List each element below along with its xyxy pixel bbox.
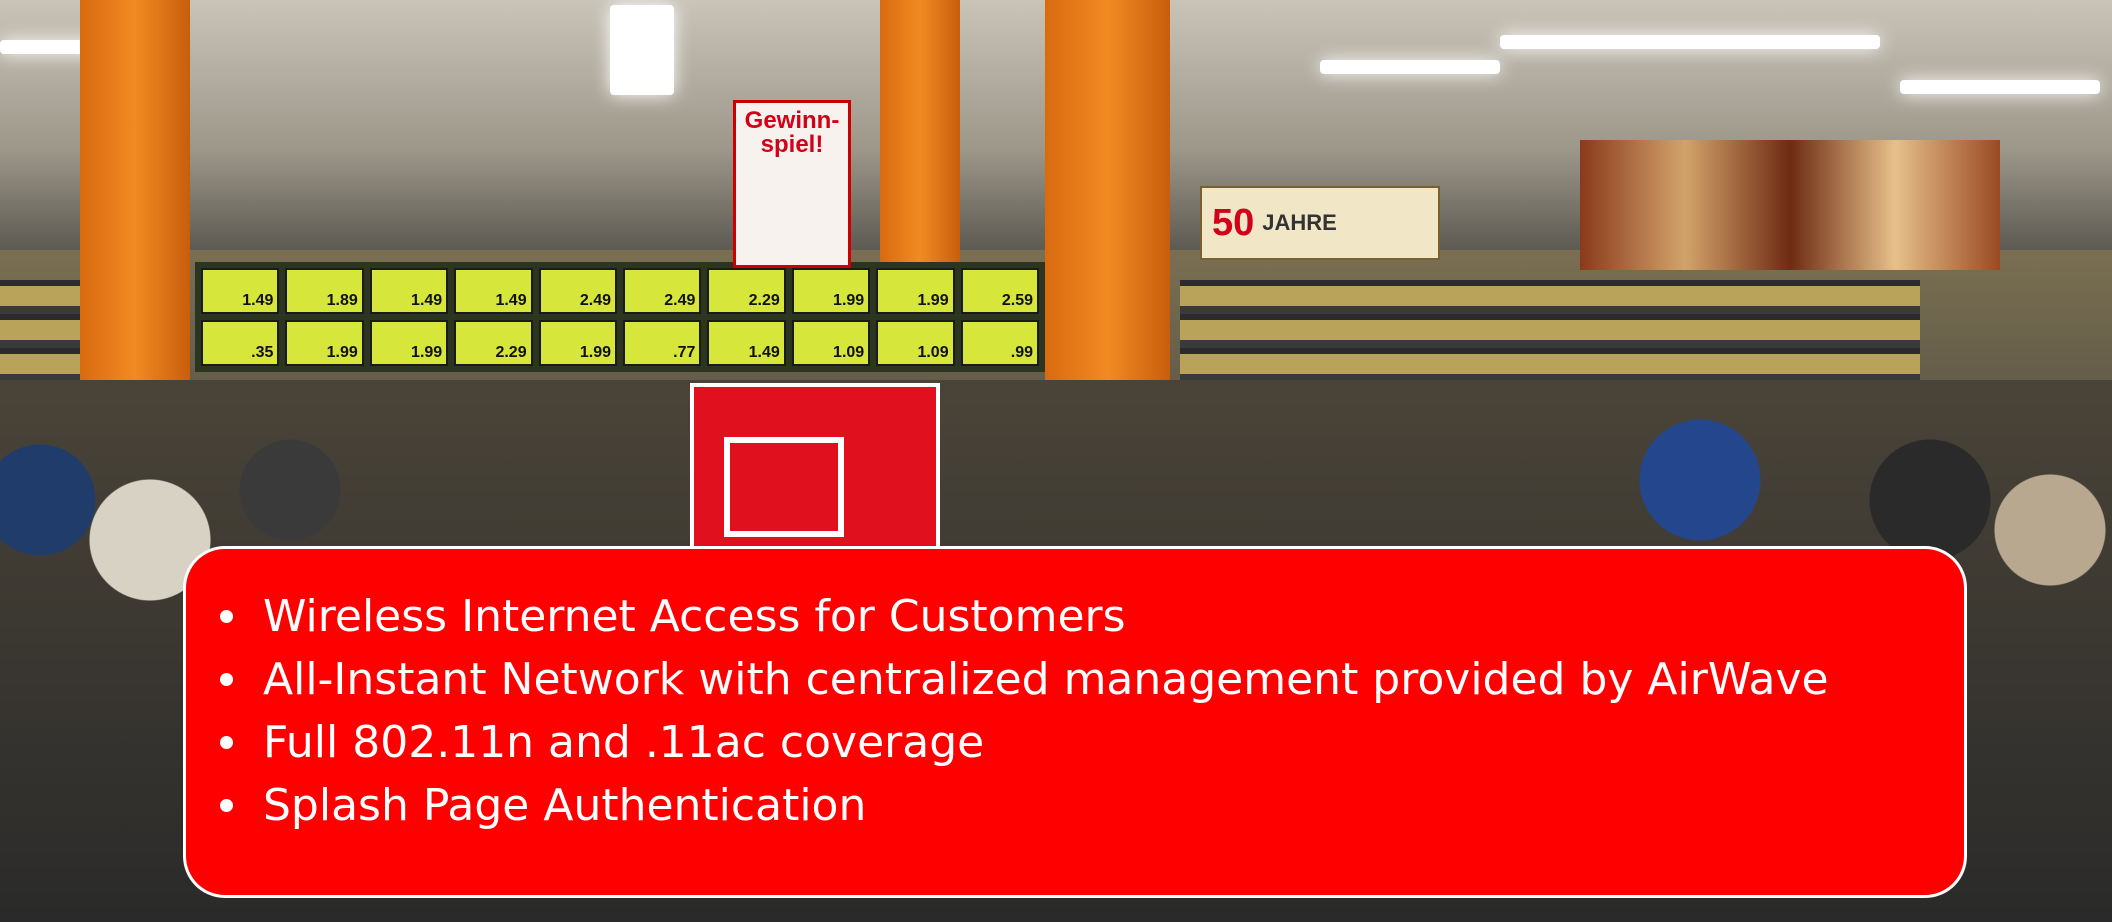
- price-card: .77: [623, 320, 702, 366]
- ceiling-light: [1320, 60, 1500, 74]
- feature-text: All-Instant Network with centralized man…: [263, 654, 1829, 705]
- anniversary-number: 50: [1212, 201, 1255, 244]
- feature-text: Wireless Internet Access for Customers: [263, 591, 1126, 642]
- bullet-icon: [220, 736, 233, 749]
- brand-logo: [724, 437, 844, 537]
- price-card: 1.99: [876, 268, 955, 314]
- price-card: 1.49: [707, 320, 786, 366]
- price-card: 1.89: [285, 268, 364, 314]
- price-card: 1.99: [285, 320, 364, 366]
- bullet-icon: [220, 610, 233, 623]
- brand-display-box: [690, 383, 940, 553]
- price-card: 2.49: [623, 268, 702, 314]
- price-card: 1.99: [791, 268, 871, 314]
- list-item: Splash Page Authentication: [220, 774, 1964, 837]
- price-card: 1.49: [369, 268, 449, 314]
- price-sign-wall: 1.49 1.89 1.49 1.49 2.49 2.49 2.29 1.99 1.99 2.59…: [195, 262, 1045, 372]
- list-item: Wireless Internet Access for Customers: [220, 585, 1964, 648]
- feature-text: Full 802.11n and .11ac coverage: [263, 717, 985, 768]
- ceiling-light: [1500, 35, 1880, 49]
- price-card: .99: [960, 320, 1039, 366]
- feature-list: Wireless Internet Access for Customers A…: [220, 585, 1964, 837]
- promo-sign: Gewinn-spiel!: [733, 100, 851, 268]
- price-card: 1.49: [454, 268, 533, 314]
- anniversary-banner: 50 JAHRE: [1200, 186, 1440, 260]
- price-card: 2.59: [960, 268, 1039, 314]
- price-card: 1.99: [369, 320, 449, 366]
- features-callout: Wireless Internet Access for Customers A…: [183, 546, 1967, 898]
- orange-pillar: [80, 0, 190, 420]
- food-photo-banner: [1580, 140, 2000, 270]
- ceiling-light: [1900, 80, 2100, 94]
- price-card: 2.29: [707, 268, 786, 314]
- price-card: .35: [201, 320, 280, 366]
- anniversary-word: JAHRE: [1262, 210, 1337, 235]
- price-card: 1.49: [201, 268, 280, 314]
- list-item: Full 802.11n and .11ac coverage: [220, 711, 1964, 774]
- bullet-icon: [220, 799, 233, 812]
- promo-sign-title: Gewinn-spiel!: [744, 107, 840, 158]
- ceiling-light: [610, 5, 674, 95]
- price-card: 1.09: [876, 320, 955, 366]
- price-card: 2.49: [538, 268, 617, 314]
- price-card: 1.09: [791, 320, 871, 366]
- feature-text: Splash Page Authentication: [263, 780, 867, 831]
- price-card: 2.29: [454, 320, 533, 366]
- supermarket-photo: 1.49 1.89 1.49 1.49 2.49 2.49 2.29 1.99 1.99 2.59…: [0, 0, 2112, 922]
- price-card: 1.99: [538, 320, 617, 366]
- bullet-icon: [220, 673, 233, 686]
- list-item: All-Instant Network with centralized man…: [220, 648, 1964, 711]
